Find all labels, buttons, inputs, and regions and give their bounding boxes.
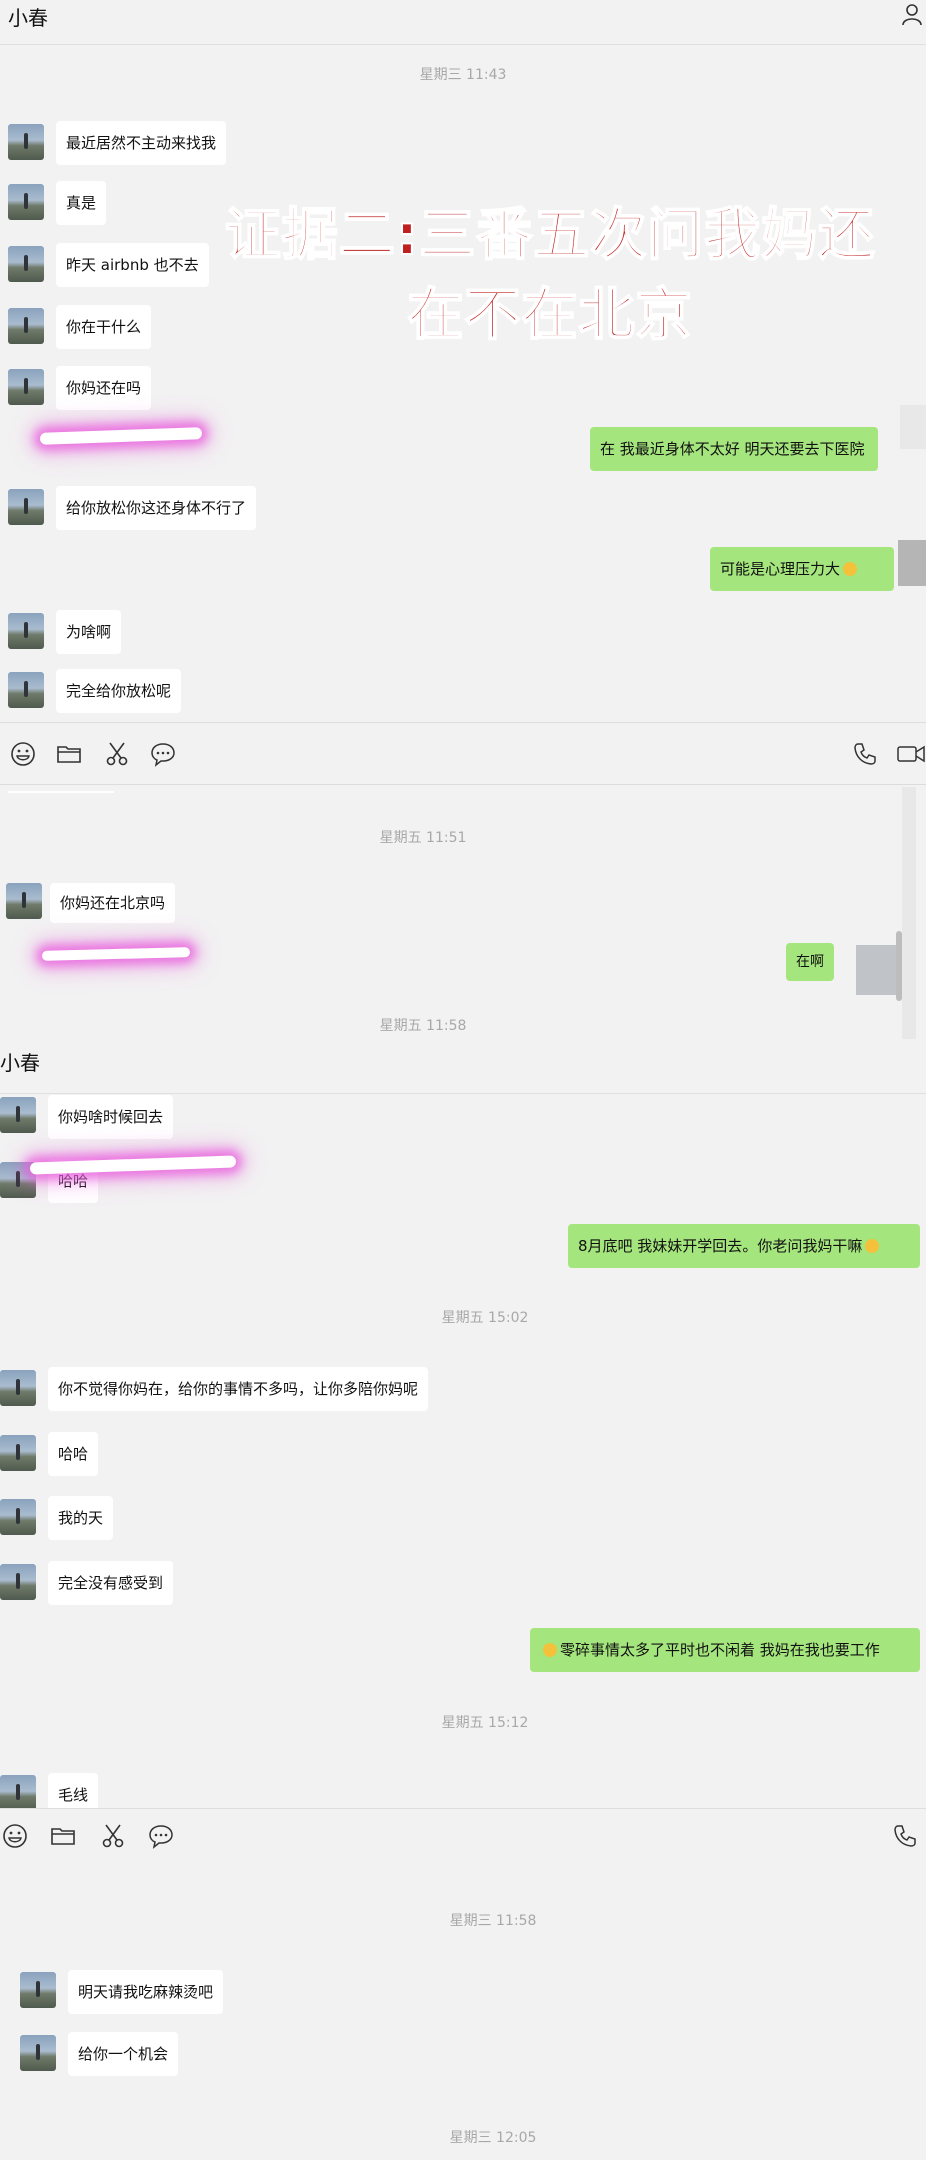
message-incoming: 你在干什么 bbox=[56, 305, 152, 349]
cropped-bubble-edge bbox=[8, 785, 114, 793]
timestamp: 星期五 11:58 bbox=[379, 1018, 467, 1034]
contact-name: 小春 bbox=[8, 6, 48, 30]
message-incoming: 我的天 bbox=[48, 1496, 114, 1540]
avatar[interactable] bbox=[0, 1097, 36, 1133]
chat-history-icon[interactable] bbox=[148, 1823, 174, 1849]
message-text: 可能是心理压力大 bbox=[720, 560, 841, 578]
message-incoming: 哈哈 bbox=[48, 1432, 99, 1476]
folder-icon[interactable] bbox=[50, 1823, 76, 1849]
phone-icon[interactable] bbox=[892, 1823, 918, 1849]
cropped-avatar bbox=[900, 405, 926, 449]
avatar[interactable] bbox=[8, 308, 44, 344]
message-incoming: 给你一个机会 bbox=[68, 2032, 179, 2076]
message-incoming: 明天请我吃麻辣烫吧 bbox=[68, 1970, 224, 2014]
avatar[interactable] bbox=[8, 489, 44, 525]
message-outgoing: 在 我最近身体不太好 明天还要去下医院 bbox=[590, 427, 878, 471]
message-incoming: 你妈啥时候回去 bbox=[48, 1095, 174, 1139]
avatar[interactable] bbox=[20, 2035, 56, 2071]
video-icon[interactable] bbox=[896, 741, 926, 767]
caption-line-1: 证据二:三番五次问我妈还 bbox=[224, 202, 876, 269]
chat-toolbar bbox=[0, 722, 926, 785]
laugh-emoji-icon bbox=[543, 1642, 557, 1657]
chat-screenshot-2: 星期五 11:51 你妈还在北京吗 在啊 星期五 11:58 bbox=[0, 784, 926, 1046]
avatar[interactable] bbox=[0, 1435, 36, 1471]
cropped-avatar bbox=[898, 540, 926, 586]
chat-screenshot-3: 小春 你妈啥时候回去 哈哈 8月底吧 我妹妹开学回去。你老问我妈干嘛 星期五 1… bbox=[0, 1045, 926, 2160]
message-text: 8月底吧 我妹妹开学回去。你老问我妈干嘛 bbox=[578, 1237, 863, 1255]
timestamp: 星期三 11:43 bbox=[419, 67, 507, 83]
highlight-mark bbox=[39, 427, 203, 445]
avatar[interactable] bbox=[8, 124, 44, 160]
message-outgoing: 可能是心理压力大 bbox=[710, 547, 894, 591]
chat-toolbar bbox=[0, 1808, 926, 1865]
message-incoming: 最近居然不主动来找我 bbox=[56, 121, 227, 165]
chat-screenshot-1: 小春 星期三 11:43 最近居然不主动来找我 真是 昨天 airbnb 也不去… bbox=[0, 0, 926, 722]
header-divider bbox=[0, 44, 926, 45]
avatar[interactable] bbox=[0, 1564, 36, 1600]
cropped-avatar bbox=[856, 945, 896, 995]
message-outgoing: 8月底吧 我妹妹开学回去。你老问我妈干嘛 bbox=[568, 1224, 920, 1268]
laugh-emoji-icon bbox=[865, 1238, 880, 1253]
timestamp: 星期五 15:12 bbox=[441, 1715, 529, 1731]
timestamp: 星期三 12:05 bbox=[449, 2130, 537, 2146]
message-outgoing: 在啊 bbox=[786, 943, 834, 981]
caption-line-2: 在不在北京 bbox=[407, 282, 693, 349]
emoji-icon[interactable] bbox=[2, 1823, 28, 1849]
avatar[interactable] bbox=[0, 1499, 36, 1535]
scrollbar[interactable] bbox=[902, 787, 916, 1039]
message-incoming: 你妈还在北京吗 bbox=[50, 883, 176, 923]
avatar[interactable] bbox=[8, 613, 44, 649]
avatar[interactable] bbox=[0, 1370, 36, 1406]
person-icon[interactable] bbox=[900, 2, 924, 26]
message-outgoing: 零碎事情太多了平时也不闲着 我妈在我也要工作 bbox=[530, 1628, 920, 1672]
message-incoming: 为啥啊 bbox=[56, 610, 122, 654]
avatar[interactable] bbox=[6, 883, 42, 919]
avatar[interactable] bbox=[20, 1972, 56, 2008]
scissors-icon[interactable] bbox=[104, 741, 130, 767]
scrollbar-thumb[interactable] bbox=[896, 931, 902, 1001]
avatar[interactable] bbox=[8, 672, 44, 708]
message-incoming: 完全给你放松呢 bbox=[56, 669, 182, 713]
avatar[interactable] bbox=[8, 246, 44, 282]
timestamp: 星期五 15:02 bbox=[441, 1310, 529, 1326]
avatar[interactable] bbox=[8, 369, 44, 405]
message-incoming: 完全没有感受到 bbox=[48, 1561, 174, 1605]
phone-icon[interactable] bbox=[852, 741, 878, 767]
timestamp: 星期三 11:58 bbox=[449, 1913, 537, 1929]
emoji-icon[interactable] bbox=[10, 741, 36, 767]
message-incoming: 给你放松你这还身体不行了 bbox=[56, 486, 257, 530]
header-divider bbox=[0, 1093, 926, 1094]
message-incoming: 真是 bbox=[56, 181, 107, 225]
avatar[interactable] bbox=[8, 184, 44, 220]
laugh-emoji-icon bbox=[843, 561, 858, 576]
message-text: 零碎事情太多了平时也不闲着 我妈在我也要工作 bbox=[560, 1641, 880, 1659]
message-incoming: 你妈还在吗 bbox=[56, 366, 152, 410]
folder-icon[interactable] bbox=[56, 741, 82, 767]
message-incoming: 你不觉得你妈在，给你的事情不多吗，让你多陪你妈呢 bbox=[48, 1367, 429, 1411]
contact-name: 小春 bbox=[0, 1051, 40, 1075]
avatar[interactable] bbox=[0, 1775, 36, 1811]
highlight-mark bbox=[41, 947, 191, 961]
chat-screenshot-4: 星期三 11:58 明天请我吃麻辣烫吧 给你一个机会 星期三 12:05 bbox=[0, 1865, 926, 2160]
chat-history-icon[interactable] bbox=[150, 741, 176, 767]
timestamp: 星期五 11:51 bbox=[379, 830, 467, 846]
scissors-icon[interactable] bbox=[100, 1823, 126, 1849]
